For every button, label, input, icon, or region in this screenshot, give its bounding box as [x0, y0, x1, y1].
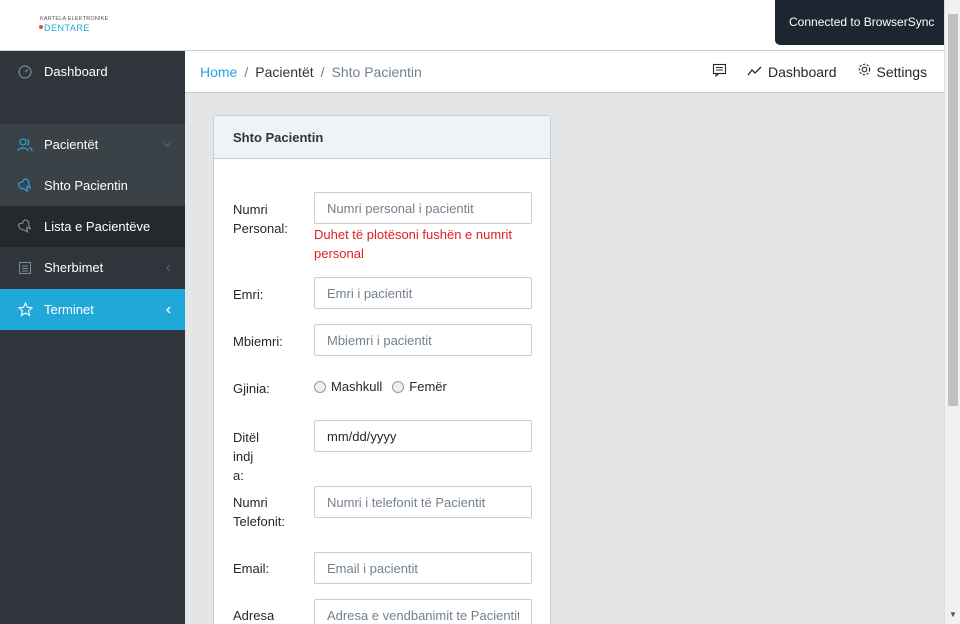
sidebar-item-pacientet[interactable]: Pacientët — [0, 124, 185, 165]
gear-icon — [857, 51, 872, 93]
mbiemri-label: Mbiemri: — [233, 334, 283, 349]
speedometer-icon — [17, 51, 33, 92]
breadcrumb-separator: / — [244, 64, 249, 80]
sidebar-item-dashboard[interactable]: Dashboard — [0, 51, 185, 92]
radio-mashkull-label[interactable]: Mashkull — [331, 379, 382, 394]
radio-femer-label[interactable]: Femër — [409, 379, 447, 394]
sidebar-item-label: Pacientët — [44, 137, 99, 152]
add-patient-card: Shto Pacientin Numri Personal: Duhet të … — [213, 115, 551, 624]
numri-personal-error: Duhet të plotësoni fushën e numrit perso… — [314, 227, 513, 261]
speech-bubble-icon — [712, 51, 727, 93]
tooth-icon — [17, 206, 33, 247]
sidebar-item-label: Shto Pacientin — [44, 178, 128, 193]
sidebar-item-shto-pacientin[interactable]: Shto Pacientin — [0, 165, 185, 206]
breadcrumb-current: Shto Pacientin — [331, 64, 422, 80]
gjinia-radio-group: Mashkull Femër — [314, 379, 447, 394]
sidebar-item-label: Lista e Pacientëve — [44, 219, 151, 234]
mbiemri-input[interactable] — [314, 324, 532, 356]
scrollbar-thumb[interactable] — [948, 14, 958, 406]
ditelindja-label: Ditëlindja: — [233, 430, 260, 483]
star-icon — [17, 289, 33, 330]
chevron-left-icon — [165, 289, 171, 330]
brand-top-text: KARTELA ELEKTRONIKE — [40, 16, 109, 22]
chevron-left-icon — [165, 247, 171, 288]
brand-bottom-text: DENTARE — [39, 23, 150, 33]
sidebar-item-terminet[interactable]: Terminet — [0, 289, 185, 330]
breadcrumb-menu: Dashboard Settings — [712, 51, 927, 93]
numri-personal-label: Numri Personal: — [233, 202, 288, 236]
emri-label: Emri: — [233, 287, 264, 302]
adresa-input[interactable] — [314, 599, 532, 624]
emri-input[interactable] — [314, 277, 532, 309]
sidebar-item-label: Dashboard — [44, 64, 108, 79]
adresa-label: Adresa — [233, 608, 275, 623]
email-label: Email: — [233, 561, 270, 576]
brand-logo[interactable]: KARTELA ELEKTRONIKE DENTARE — [39, 16, 150, 33]
brand-name: DENTARE — [44, 23, 90, 33]
users-icon — [17, 124, 33, 165]
chevron-down-icon — [163, 124, 171, 165]
sidebar-item-sherbimet[interactable]: Sherbimet — [0, 247, 185, 288]
radio-mashkull[interactable] — [314, 380, 326, 393]
dashboard-button[interactable]: Dashboard — [747, 51, 837, 93]
settings-button[interactable]: Settings — [857, 51, 928, 93]
sidebar: Dashboard Pacientët Shto Pacientin Lista… — [0, 51, 185, 624]
sidebar-item-lista-pacienteve[interactable]: Lista e Pacientëve — [0, 206, 185, 247]
radio-femer[interactable] — [392, 380, 405, 393]
breadcrumb: Home / Pacientët / Shto Pacientin Dashboard … — [185, 51, 944, 93]
page-scrollbar[interactable]: ▼ — [944, 0, 960, 624]
comment-button[interactable] — [712, 51, 727, 93]
tooth-icon — [17, 165, 33, 206]
breadcrumb-trail: Home / Pacientët / Shto Pacientin — [200, 51, 422, 93]
dashboard-button-label: Dashboard — [768, 64, 837, 80]
browsersync-notice: Connected to BrowserSync — [775, 0, 944, 45]
brand-dot-icon — [39, 25, 43, 29]
settings-button-label: Settings — [876, 64, 928, 80]
telefoni-label: Numri Telefonit: — [233, 495, 286, 529]
telefoni-input[interactable] — [314, 486, 532, 518]
numri-personal-input[interactable] — [314, 192, 532, 224]
card-title: Shto Pacientin — [214, 116, 550, 159]
ditelindja-input[interactable] — [314, 420, 532, 452]
graph-icon — [747, 51, 763, 93]
sidebar-item-label: Sherbimet — [44, 260, 104, 275]
email-input[interactable] — [314, 552, 532, 584]
breadcrumb-pacientet[interactable]: Pacientët — [255, 64, 313, 80]
sidebar-item-label: Terminet — [44, 302, 94, 317]
breadcrumb-separator: / — [320, 64, 325, 80]
scroll-down-arrow-icon[interactable]: ▼ — [949, 608, 957, 620]
gjinia-label: Gjinia: — [233, 381, 270, 396]
notebook-icon — [17, 247, 33, 288]
breadcrumb-home-link[interactable]: Home — [200, 64, 237, 80]
